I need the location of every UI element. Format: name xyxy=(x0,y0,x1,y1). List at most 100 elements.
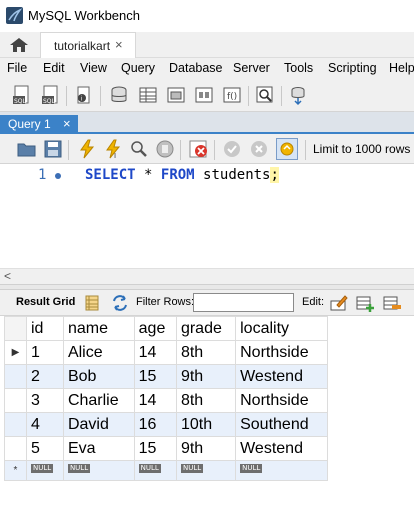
cell-age[interactable]: 15 xyxy=(133,364,177,389)
cell-id[interactable]: 2 xyxy=(26,364,64,389)
menu-tools[interactable]: Tools xyxy=(284,61,313,75)
create-table-icon[interactable] xyxy=(137,84,159,106)
cell-id[interactable]: 3 xyxy=(26,388,64,413)
explain-icon[interactable] xyxy=(128,138,150,160)
refresh-icon[interactable] xyxy=(110,293,130,313)
cell-id[interactable]: 4 xyxy=(26,412,64,437)
cell-id[interactable]: 5 xyxy=(26,436,64,461)
new-row[interactable]: * NULL NULL NULL NULL NULL xyxy=(4,460,328,481)
new-sql-tab-icon[interactable]: SQL xyxy=(11,84,33,106)
inspector-icon[interactable]: i xyxy=(73,84,95,106)
table-row[interactable]: 4 David 16 10th Southend xyxy=(4,412,328,437)
connection-tab-bar: tutorialkart × xyxy=(0,32,414,58)
menu-edit[interactable]: Edit xyxy=(43,61,65,75)
cell-locality[interactable]: Northside xyxy=(235,340,328,365)
result-grid-tab[interactable]: Result Grid xyxy=(16,296,75,308)
cell-null[interactable]: NULL xyxy=(133,460,177,481)
cell-locality[interactable]: Southend xyxy=(235,412,328,437)
menu-help[interactable]: Help xyxy=(389,61,414,75)
cell-grade[interactable]: 10th xyxy=(175,412,237,437)
cell-age[interactable]: 16 xyxy=(133,412,177,437)
menu-scripting[interactable]: Scripting xyxy=(328,61,377,75)
cell-name[interactable]: Bob xyxy=(62,364,135,389)
editor-horizontal-scrollbar[interactable]: < xyxy=(0,268,414,284)
cell-grade[interactable]: 9th xyxy=(175,436,237,461)
form-view-icon[interactable] xyxy=(82,293,102,313)
query-tab[interactable]: Query 1 × xyxy=(0,115,78,134)
cell-age[interactable]: 14 xyxy=(133,388,177,413)
cell-id[interactable]: 1 xyxy=(26,340,64,365)
menu-view[interactable]: View xyxy=(80,61,107,75)
toolbar-separator xyxy=(281,86,282,106)
cell-null[interactable]: NULL xyxy=(26,460,64,481)
column-header-name[interactable]: name xyxy=(62,316,135,341)
delete-row-icon[interactable] xyxy=(382,293,402,313)
row-marker xyxy=(4,364,27,389)
create-function-icon[interactable]: f() xyxy=(221,84,243,106)
column-header-locality[interactable]: locality xyxy=(235,316,328,341)
create-procedure-icon[interactable] xyxy=(193,84,215,106)
result-grid[interactable]: id name age grade locality ▶ 1 Alice 14 … xyxy=(4,316,328,481)
code-line[interactable]: SELECT * FROM students; xyxy=(85,167,279,183)
scroll-left-icon[interactable]: < xyxy=(4,269,11,283)
mysql-workbench-logo-icon xyxy=(6,7,23,24)
create-view-icon[interactable] xyxy=(165,84,187,106)
row-marker xyxy=(4,412,27,437)
menu-query[interactable]: Query xyxy=(121,61,155,75)
null-badge: NULL xyxy=(138,463,161,473)
limit-rows-select[interactable]: Limit to 1000 rows xyxy=(313,142,410,156)
cell-null[interactable]: NULL xyxy=(235,460,328,481)
sql-editor[interactable]: 1 SELECT * FROM students; xyxy=(0,164,414,268)
execute-icon[interactable] xyxy=(76,138,98,160)
reconnect-icon[interactable] xyxy=(287,84,309,106)
cell-locality[interactable]: Westend xyxy=(235,436,328,461)
cell-name[interactable]: Alice xyxy=(62,340,135,365)
toggle-error-icon[interactable] xyxy=(188,138,210,160)
autocommit-toggle-icon[interactable] xyxy=(276,138,298,160)
filter-rows-input[interactable] xyxy=(193,293,294,312)
menu-database[interactable]: Database xyxy=(169,61,223,75)
null-badge: NULL xyxy=(240,463,263,473)
search-table-data-icon[interactable] xyxy=(254,84,276,106)
open-sql-script-icon[interactable]: SQL xyxy=(40,84,62,106)
menu-file[interactable]: File xyxy=(7,61,27,75)
column-header-id[interactable]: id xyxy=(26,316,64,341)
close-icon[interactable]: × xyxy=(63,116,71,131)
toolbar-separator xyxy=(214,140,215,160)
editor-toolbar: I Limit to 1000 rows xyxy=(0,134,414,164)
keyword-select: SELECT xyxy=(85,167,136,183)
connection-tab[interactable]: tutorialkart × xyxy=(40,32,136,58)
execute-current-icon[interactable]: I xyxy=(102,138,124,160)
insert-row-icon[interactable] xyxy=(355,293,375,313)
cell-name[interactable]: David xyxy=(62,412,135,437)
toolbar-separator xyxy=(305,140,306,160)
commit-icon[interactable] xyxy=(221,138,243,160)
edit-current-row-icon[interactable] xyxy=(329,293,349,313)
cell-null[interactable]: NULL xyxy=(175,460,237,481)
menu-server[interactable]: Server xyxy=(233,61,270,75)
table-row[interactable]: ▶ 1 Alice 14 8th Northside xyxy=(4,340,328,365)
open-file-icon[interactable] xyxy=(16,138,38,160)
save-icon[interactable] xyxy=(42,138,64,160)
table-row[interactable]: 5 Eva 15 9th Westend xyxy=(4,436,328,461)
cell-grade[interactable]: 8th xyxy=(175,388,237,413)
close-icon[interactable]: × xyxy=(115,37,123,52)
column-header-age[interactable]: age xyxy=(133,316,177,341)
stop-icon[interactable] xyxy=(154,138,176,160)
table-row[interactable]: 2 Bob 15 9th Westend xyxy=(4,364,328,389)
column-header-grade[interactable]: grade xyxy=(175,316,237,341)
cell-null[interactable]: NULL xyxy=(62,460,135,481)
home-icon[interactable] xyxy=(8,36,30,54)
create-schema-icon[interactable] xyxy=(108,84,130,106)
cell-name[interactable]: Charlie xyxy=(62,388,135,413)
cell-name[interactable]: Eva xyxy=(62,436,135,461)
cell-grade[interactable]: 9th xyxy=(175,364,237,389)
table-row[interactable]: 3 Charlie 14 8th Northside xyxy=(4,388,328,413)
toolbar-separator xyxy=(248,86,249,106)
cell-grade[interactable]: 8th xyxy=(175,340,237,365)
cell-age[interactable]: 15 xyxy=(133,436,177,461)
cell-age[interactable]: 14 xyxy=(133,340,177,365)
cell-locality[interactable]: Northside xyxy=(235,388,328,413)
rollback-icon[interactable] xyxy=(248,138,270,160)
cell-locality[interactable]: Westend xyxy=(235,364,328,389)
